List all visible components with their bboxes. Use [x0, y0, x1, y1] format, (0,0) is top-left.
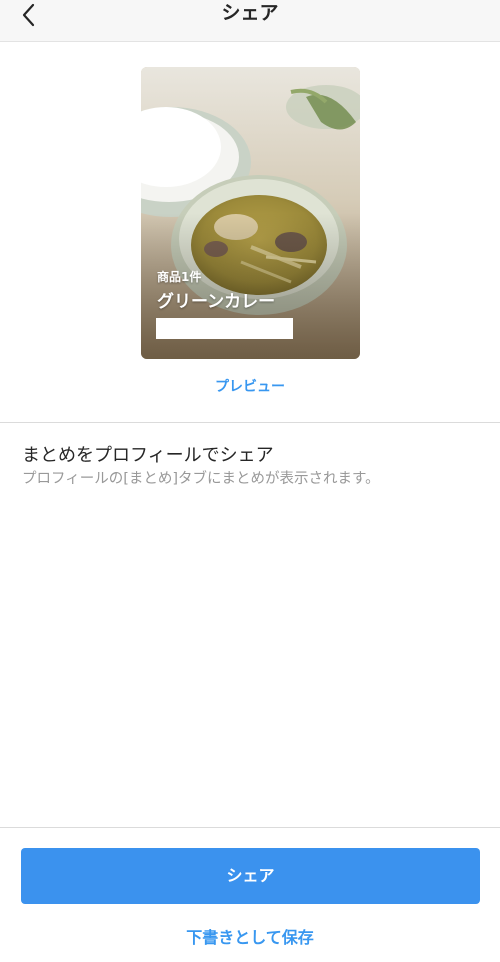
page-title: シェア — [221, 2, 279, 24]
redacted-username — [156, 318, 293, 339]
share-to-profile-title: まとめをプロフィールでシェア — [22, 445, 274, 466]
navigation-bar: シェア — [0, 0, 500, 42]
share-button[interactable]: シェア — [21, 848, 480, 904]
share-to-profile-option[interactable]: まとめをプロフィールでシェア プロフィールの[まとめ]タブにまとめが表示されます… — [22, 444, 482, 489]
share-to-profile-description: プロフィールの[まとめ]タブにまとめが表示されます。 — [22, 471, 380, 487]
save-draft-button[interactable]: 下書きとして保存 — [0, 924, 500, 948]
divider — [0, 827, 500, 828]
item-count-label: 商品1件 — [157, 270, 202, 284]
collection-preview-card: 商品1件 グリーンカレー — [141, 67, 360, 359]
divider — [0, 422, 500, 423]
share-screen: シェア 商品1件 グリーンカレー プレビュー まとめをプロフィールでシェア プロ… — [0, 0, 500, 962]
preview-link[interactable]: プレビュー — [0, 376, 500, 396]
green-curry-photo — [141, 67, 360, 359]
collection-title: グリーンカレー — [157, 292, 276, 312]
